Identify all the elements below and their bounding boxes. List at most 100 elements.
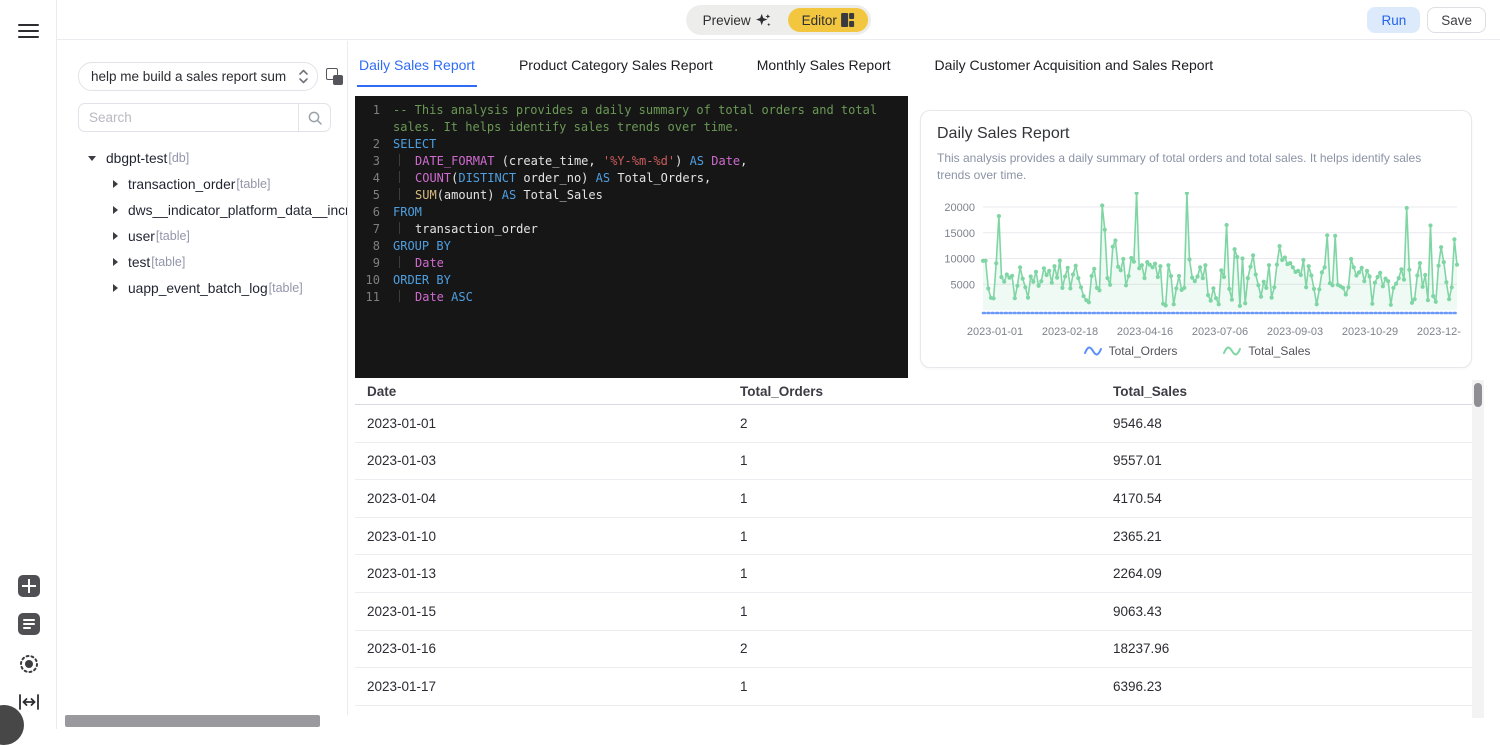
code-content: -- This analysis provides a daily summar… xyxy=(393,102,908,136)
table-row[interactable]: 2023-01-0414170.54 xyxy=(355,480,1472,518)
table-cell: 2023-01-15 xyxy=(355,604,728,619)
table-row[interactable]: 2023-01-1519063.43 xyxy=(355,593,1472,631)
sidebar-horizontal-scrollbar[interactable] xyxy=(58,714,348,728)
svg-text:2023-09-03: 2023-09-03 xyxy=(1267,326,1323,338)
line-number: 8 xyxy=(355,238,393,255)
tree-item-table[interactable]: dws__indicator_platform_data__incr[table… xyxy=(58,197,347,223)
search-box xyxy=(78,103,331,132)
editor-button[interactable]: Editor xyxy=(788,8,869,32)
table-cell: 2023-01-01 xyxy=(355,416,728,431)
tab-product-category-sales-report[interactable]: Product Category Sales Report xyxy=(517,43,715,87)
table-row[interactable]: 2023-01-1312264.09 xyxy=(355,555,1472,593)
code-content: Date xyxy=(393,255,908,272)
legend-item-total_orders[interactable]: Total_Orders xyxy=(1084,344,1178,358)
table-cell: 9063.43 xyxy=(1101,604,1472,619)
v-scrollbar-thumb[interactable] xyxy=(1474,383,1482,407)
tab-daily-sales-report[interactable]: Daily Sales Report xyxy=(357,43,477,87)
database-tree: dbgpt-test[db]transaction_order[table]dw… xyxy=(58,145,347,301)
indent-guide xyxy=(399,154,415,166)
svg-text:10000: 10000 xyxy=(944,254,975,266)
code-content: GROUP BY xyxy=(393,238,908,255)
tree-collapse-icon[interactable] xyxy=(113,180,118,188)
table-cell: 2023-01-03 xyxy=(355,453,728,468)
table-row[interactable]: 2023-01-16218237.96 xyxy=(355,631,1472,669)
tree-table-label: dws__indicator_platform_data__incr xyxy=(128,203,348,218)
svg-text:2023-01-01: 2023-01-01 xyxy=(967,326,1023,338)
result-table: DateTotal_OrdersTotal_Sales 2023-01-0129… xyxy=(355,378,1472,729)
report-list-icon[interactable] xyxy=(18,613,40,635)
chart-legend: Total_Orders Total_Sales xyxy=(937,344,1457,358)
code-content: DATE_FORMAT (create_time, '%Y-%m-%d') AS… xyxy=(393,153,908,170)
tab-monthly-sales-report[interactable]: Monthly Sales Report xyxy=(755,43,893,87)
table-row[interactable]: 2023-01-0319557.01 xyxy=(355,443,1472,481)
editor-label: Editor xyxy=(802,13,837,28)
theme-brightness-icon[interactable] xyxy=(16,651,42,677)
table-cell: 2023-01-13 xyxy=(355,566,728,581)
indent-guide xyxy=(399,188,415,200)
menu-icon[interactable] xyxy=(18,24,39,40)
preview-button[interactable]: Preview xyxy=(689,8,786,32)
search-input[interactable] xyxy=(79,104,298,131)
save-button[interactable]: Save xyxy=(1427,7,1486,33)
resize-width-icon[interactable] xyxy=(17,693,41,711)
tree-item-table[interactable]: test[table] xyxy=(58,249,347,275)
tree-collapse-icon[interactable] xyxy=(113,284,118,292)
search-icon xyxy=(307,110,323,126)
tab-daily-customer-acquisition-and-sales-report[interactable]: Daily Customer Acquisition and Sales Rep… xyxy=(933,43,1216,87)
code-line: 4COUNT(DISTINCT order_no) AS Total_Order… xyxy=(355,170,908,187)
tree-collapse-icon[interactable] xyxy=(113,206,118,214)
copy-icon[interactable] xyxy=(326,68,343,85)
code-content: Date ASC xyxy=(393,289,908,306)
tree-table-tag: [table] xyxy=(151,255,185,269)
legend-label: Total_Sales xyxy=(1248,344,1310,358)
prompt-select[interactable]: help me build a sales report sum xyxy=(78,62,318,91)
indent-guide xyxy=(399,290,415,302)
table-cell: 1 xyxy=(728,491,1101,506)
code-line: 2SELECT xyxy=(355,136,908,153)
tree-table-label: user xyxy=(128,229,155,244)
line-number: 1 xyxy=(355,102,393,136)
table-row[interactable]: 2023-01-0129546.48 xyxy=(355,405,1472,443)
table-row[interactable]: 2023-01-1012365.21 xyxy=(355,518,1472,556)
sales-line-chart[interactable]: 50001000015000200002023-01-012023-02-182… xyxy=(937,192,1461,342)
legend-item-total_sales[interactable]: Total_Sales xyxy=(1223,344,1310,358)
code-line: 10ORDER BY xyxy=(355,272,908,289)
table-cell: 18237.96 xyxy=(1101,641,1472,656)
indent-guide xyxy=(399,171,415,183)
run-button[interactable]: Run xyxy=(1367,7,1420,33)
floating-action-button[interactable] xyxy=(0,705,24,745)
tree-item-table[interactable]: uapp_event_batch_log[table] xyxy=(58,275,347,301)
svg-text:2023-10-29: 2023-10-29 xyxy=(1342,326,1398,338)
svg-text:2023-12-30: 2023-12-30 xyxy=(1417,326,1461,338)
code-line: 1-- This analysis provides a daily summa… xyxy=(355,102,908,136)
h-scrollbar-thumb[interactable] xyxy=(65,715,320,727)
tree-table-label: uapp_event_batch_log xyxy=(128,281,268,296)
table-row[interactable]: 2023-01-1716396.23 xyxy=(355,668,1472,706)
sql-editor[interactable]: 1-- This analysis provides a daily summa… xyxy=(355,96,908,378)
line-number: 10 xyxy=(355,272,393,289)
table-cell: 2 xyxy=(728,416,1101,431)
tree-item-db[interactable]: dbgpt-test[db] xyxy=(58,145,347,171)
chart-card: Daily Sales Report This analysis provide… xyxy=(920,110,1472,368)
left-icon-rail xyxy=(0,0,57,729)
tree-collapse-icon[interactable] xyxy=(113,258,118,266)
svg-text:15000: 15000 xyxy=(944,228,975,240)
tree-table-label: test xyxy=(128,255,150,270)
svg-text:2023-07-06: 2023-07-06 xyxy=(1192,326,1248,338)
tree-item-table[interactable]: user[table] xyxy=(58,223,347,249)
line-number: 7 xyxy=(355,221,393,238)
top-header: Preview Editor Run Save xyxy=(57,0,1500,40)
table-vertical-scrollbar[interactable] xyxy=(1472,380,1484,718)
svg-text:2023-02-18: 2023-02-18 xyxy=(1042,326,1098,338)
select-chevrons-icon xyxy=(298,68,309,85)
tree-expand-icon[interactable] xyxy=(88,156,96,161)
tree-item-table[interactable]: transaction_order[table] xyxy=(58,171,347,197)
tree-table-label: transaction_order xyxy=(128,177,235,192)
search-button[interactable] xyxy=(298,104,330,131)
table-cell: 2365.21 xyxy=(1101,529,1472,544)
svg-text:2023-04-16: 2023-04-16 xyxy=(1117,326,1173,338)
grid-layout-icon[interactable] xyxy=(18,575,40,597)
table-header-cell: Total_Orders xyxy=(728,384,1101,399)
tree-collapse-icon[interactable] xyxy=(113,232,118,240)
svg-text:5000: 5000 xyxy=(951,279,975,291)
